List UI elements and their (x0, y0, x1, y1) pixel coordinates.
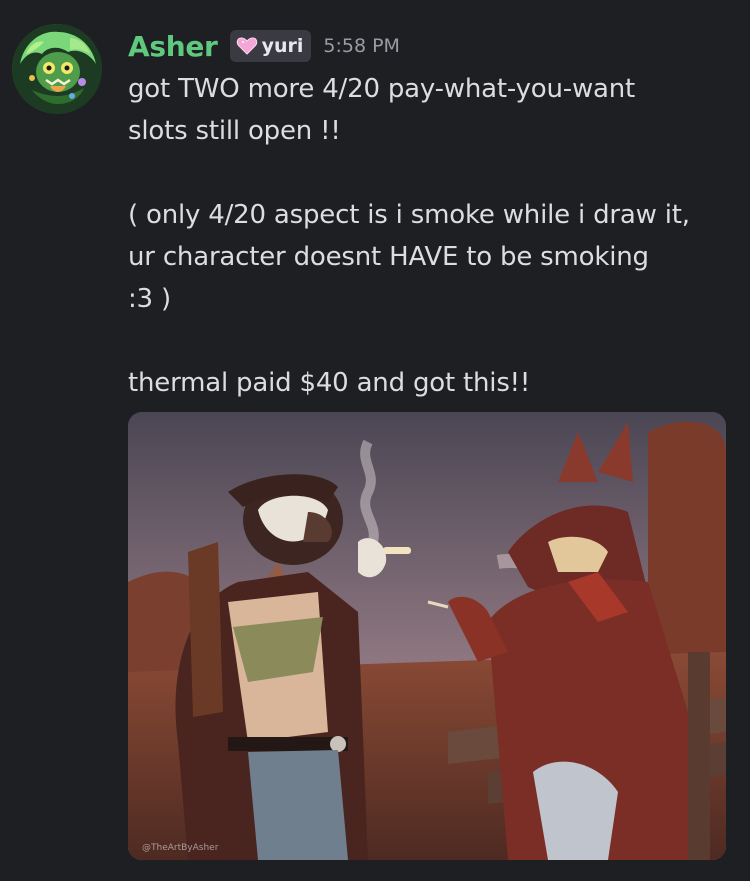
role-tag-label: yuri (261, 35, 304, 57)
message-timestamp[interactable]: 5:58 PM (323, 35, 400, 57)
message-line: got TWO more 4/20 pay-what-you-want (128, 74, 636, 104)
message-line: slots still open !! (128, 116, 341, 146)
chat-message: Asher yuri 5:58 PM got TWO more 4/20 pay… (0, 0, 750, 881)
message-header: Asher yuri 5:58 PM (128, 28, 400, 64)
message-line: thermal paid $40 and got this!! (128, 368, 531, 398)
artwork-illustration: @TheArtByAsher (128, 412, 726, 860)
username[interactable]: Asher (128, 30, 218, 63)
heart-icon (236, 37, 257, 55)
image-attachment[interactable]: @TheArtByAsher (128, 412, 726, 860)
message-line: :3 ) (128, 284, 171, 314)
role-tag[interactable]: yuri (229, 30, 312, 62)
watermark-text: @TheArtByAsher (142, 843, 219, 853)
avatar-illustration (12, 24, 102, 114)
user-avatar[interactable] (12, 24, 102, 114)
message-line: ur character doesnt HAVE to be smoking (128, 242, 649, 272)
message-content: got TWO more 4/20 pay-what-you-want slot… (128, 68, 738, 404)
message-line: ( only 4/20 aspect is i smoke while i dr… (128, 200, 690, 230)
